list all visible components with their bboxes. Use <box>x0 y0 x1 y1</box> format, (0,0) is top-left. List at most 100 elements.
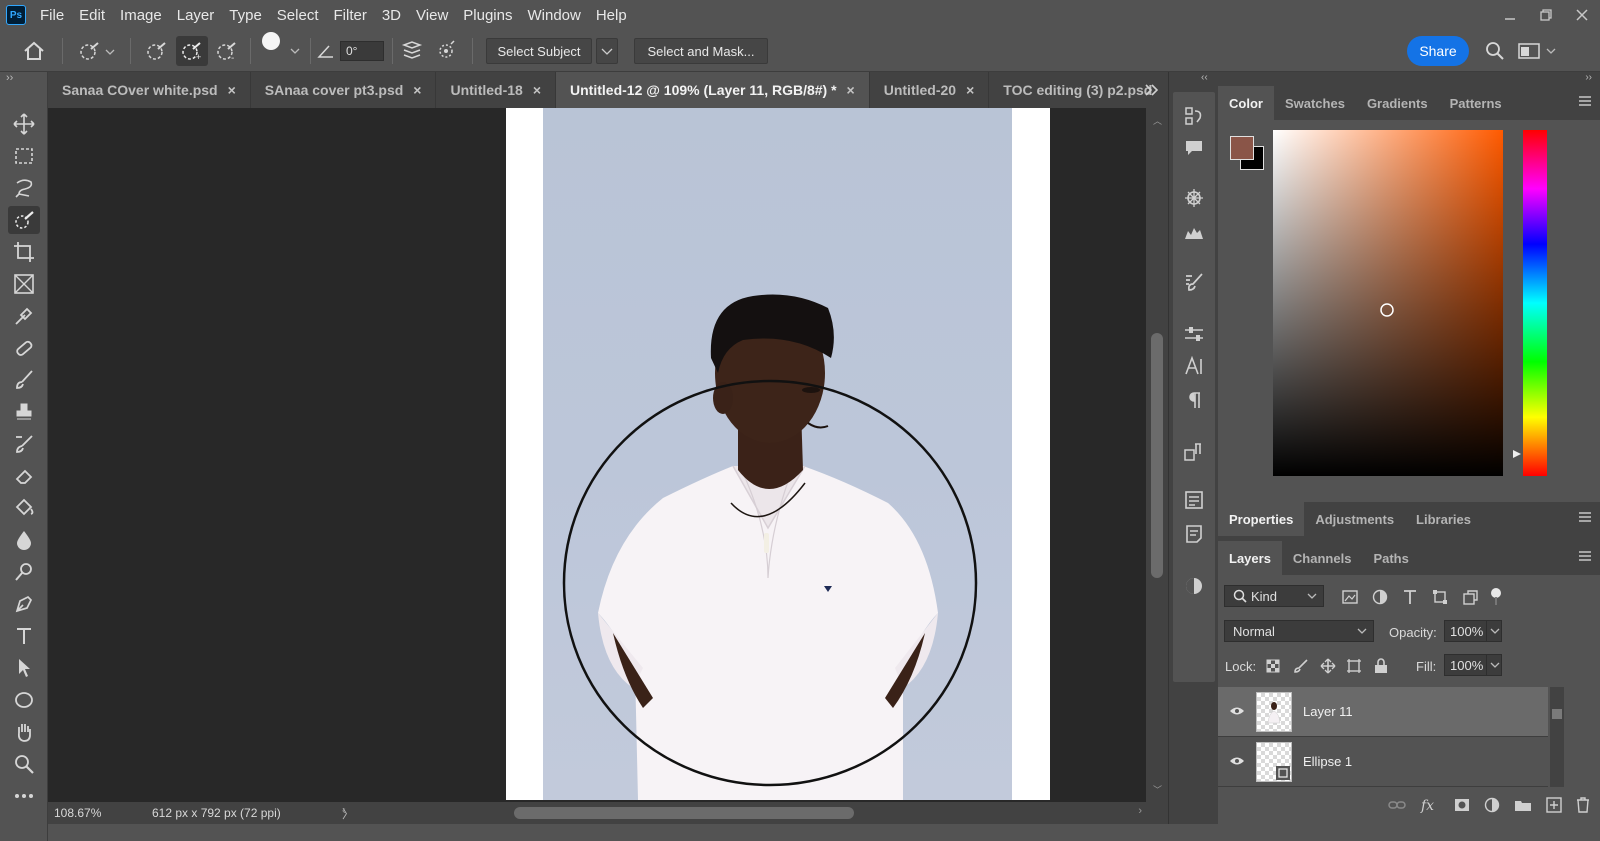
tab-sanaa-cover-pt3[interactable]: SAnaa cover pt3.psd × <box>251 72 437 108</box>
menu-help[interactable]: Help <box>596 7 627 24</box>
color-picker-ring[interactable] <box>1379 302 1395 318</box>
hand-tool-icon[interactable] <box>8 718 40 746</box>
comments-icon[interactable] <box>1184 138 1204 158</box>
dodge-tool-icon[interactable] <box>8 558 40 586</box>
opacity-dropdown[interactable] <box>1486 620 1502 642</box>
properties-panel-icon[interactable] <box>1184 490 1204 510</box>
blend-mode-select[interactable]: Normal <box>1224 620 1374 642</box>
history-brush-tool-icon[interactable] <box>8 430 40 458</box>
horizontal-scroll-thumb[interactable] <box>514 807 854 819</box>
tab-properties[interactable]: Properties <box>1218 502 1305 536</box>
subtract-from-selection-icon[interactable]: - <box>212 30 242 72</box>
scroll-down-icon[interactable]: ﹀ <box>1153 783 1162 796</box>
hue-slider-marker[interactable] <box>1512 449 1522 459</box>
menu-layer[interactable]: Layer <box>177 7 215 24</box>
menu-plugins[interactable]: Plugins <box>463 7 512 24</box>
collapse-panel-icon[interactable]: ‹‹ <box>1201 72 1208 83</box>
filter-adjustment-icon[interactable] <box>1372 589 1388 608</box>
new-selection-icon[interactable] <box>142 30 172 72</box>
document-canvas[interactable] <box>506 108 1050 800</box>
tab-close-icon[interactable]: × <box>847 82 855 98</box>
menu-view[interactable]: View <box>416 7 448 24</box>
restore-icon[interactable] <box>1528 0 1564 30</box>
layer-row-layer-11[interactable]: Layer 11 <box>1218 687 1548 737</box>
angle-field[interactable]: 0° <box>340 41 384 61</box>
lock-position-icon[interactable] <box>1320 658 1336 677</box>
clone-stamp-tool-icon[interactable] <box>8 398 40 426</box>
tab-sanaa-cover-white[interactable]: Sanaa COver white.psd × <box>48 72 251 108</box>
tab-close-icon[interactable]: × <box>966 82 974 98</box>
panel-menu-icon[interactable] <box>1578 511 1592 526</box>
paragraph-icon[interactable] <box>1184 390 1204 410</box>
select-subject-button[interactable]: Select Subject <box>486 38 592 64</box>
close-icon[interactable] <box>1564 0 1600 30</box>
enhance-edge-icon[interactable] <box>432 30 460 72</box>
adjust-sliders-icon[interactable] <box>1184 324 1204 344</box>
filter-shape-icon[interactable] <box>1432 589 1448 608</box>
scroll-left-icon[interactable]: ‹ <box>342 805 346 817</box>
brush-tool-icon[interactable] <box>8 366 40 394</box>
workspace-chevron-icon[interactable] <box>1544 30 1558 72</box>
fill-dropdown[interactable] <box>1486 654 1502 676</box>
eye-icon[interactable] <box>1218 755 1256 769</box>
home-icon[interactable] <box>16 30 52 72</box>
tab-adjustments[interactable]: Adjustments <box>1304 502 1405 536</box>
lock-pixels-icon[interactable] <box>1294 659 1308 676</box>
collapse-icon[interactable]: ›› <box>6 72 13 84</box>
filter-pixel-icon[interactable] <box>1342 589 1358 608</box>
hue-slider[interactable] <box>1523 130 1547 476</box>
workspace-icon[interactable] <box>1516 30 1542 72</box>
ellipse-tool-icon[interactable] <box>8 686 40 714</box>
frame-tool-icon[interactable] <box>8 270 40 298</box>
new-layer-icon[interactable] <box>1546 796 1562 816</box>
tab-gradients[interactable]: Gradients <box>1356 86 1439 120</box>
more-tools-icon[interactable] <box>8 782 40 810</box>
scroll-right-icon[interactable]: › <box>1138 805 1142 817</box>
tab-untitled-20[interactable]: Untitled-20 × <box>870 72 990 108</box>
brush-size-picker[interactable] <box>256 30 286 62</box>
layer-row-ellipse-1[interactable]: Ellipse 1 <box>1218 737 1548 787</box>
eraser-tool-icon[interactable] <box>8 462 40 490</box>
lock-artboard-icon[interactable] <box>1346 658 1362 677</box>
more-tabs-icon[interactable] <box>1144 72 1160 108</box>
delete-layer-icon[interactable] <box>1576 796 1590 816</box>
menu-type[interactable]: Type <box>229 7 262 24</box>
tab-close-icon[interactable]: × <box>413 82 421 98</box>
blur-tool-icon[interactable] <box>8 526 40 554</box>
tab-toc-editing[interactable]: TOC editing (3) p2.psd <box>989 72 1166 108</box>
menu-edit[interactable]: Edit <box>79 7 105 24</box>
add-mask-icon[interactable] <box>1454 797 1470 816</box>
lasso-tool-icon[interactable] <box>8 174 40 202</box>
filter-type-icon[interactable] <box>1402 589 1418 608</box>
share-button[interactable]: Share <box>1407 36 1469 66</box>
vertical-scrollbar[interactable]: ︿ ﹀ <box>1146 108 1168 802</box>
tab-untitled-12[interactable]: Untitled-12 @ 109% (Layer 11, RGB/8#) * × <box>556 72 870 108</box>
menu-image[interactable]: Image <box>120 7 162 24</box>
eye-icon[interactable] <box>1218 705 1256 719</box>
expand-panels-icon[interactable]: ›› <box>1585 72 1592 83</box>
quick-selection-tool-icon[interactable] <box>8 206 40 234</box>
tab-color[interactable]: Color <box>1218 86 1274 120</box>
layer-style-icon[interactable]: fx <box>1420 797 1440 816</box>
tab-close-icon[interactable]: × <box>533 82 541 98</box>
layers-scroll-thumb[interactable] <box>1552 709 1562 719</box>
move-tool-icon[interactable] <box>8 110 40 138</box>
select-subject-dropdown[interactable] <box>596 38 618 64</box>
panel-menu-icon[interactable] <box>1578 95 1592 110</box>
pen-tool-icon[interactable] <box>8 590 40 618</box>
photoshop-logo[interactable]: Ps <box>6 5 26 25</box>
brush-settings-icon[interactable] <box>1184 272 1204 292</box>
search-icon[interactable] <box>1482 30 1508 72</box>
navigator-icon[interactable] <box>1184 188 1204 208</box>
fill-field[interactable]: 100% <box>1444 654 1488 676</box>
select-and-mask-button[interactable]: Select and Mask... <box>634 38 768 64</box>
healing-brush-tool-icon[interactable] <box>8 334 40 362</box>
layer-filter-kind[interactable]: Kind <box>1224 585 1324 607</box>
tab-libraries[interactable]: Libraries <box>1405 502 1482 536</box>
tool-preset-picker[interactable] <box>70 30 122 72</box>
character-icon[interactable] <box>1184 356 1204 376</box>
tab-paths[interactable]: Paths <box>1362 541 1419 575</box>
new-fill-adjustment-icon[interactable] <box>1484 797 1500 816</box>
filter-toggle-icon[interactable] <box>1490 587 1502 610</box>
canvas-area[interactable] <box>48 108 1146 802</box>
